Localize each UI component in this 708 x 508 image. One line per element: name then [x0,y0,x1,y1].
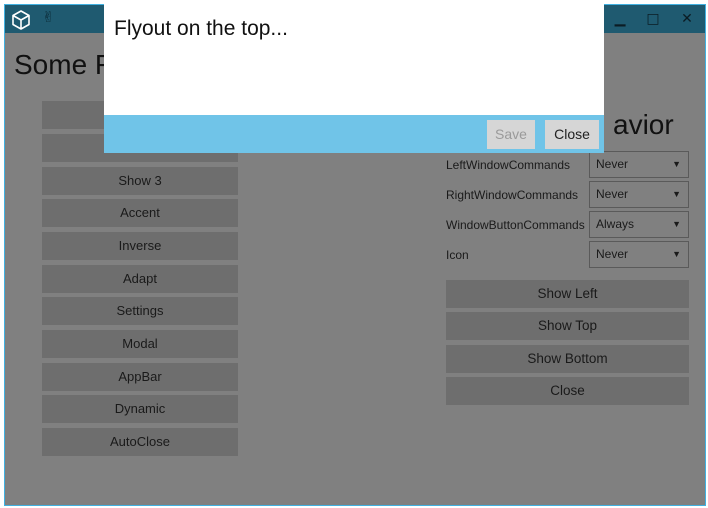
appbar-button[interactable]: AppBar [42,363,238,391]
flyout-title: Flyout on the top... [114,17,288,40]
show-left-button[interactable]: Show Left [446,280,689,308]
icon-select[interactable]: Never ▼ [589,241,689,268]
close-button[interactable]: Close [446,377,689,405]
chevron-down-icon: ▼ [672,189,681,199]
inverse-button[interactable]: Inverse [42,232,238,260]
right-section-title: avior [613,109,674,140]
maximize-button[interactable]: □ [638,9,668,29]
left-window-commands-select[interactable]: Never ▼ [589,151,689,178]
dynamic-button[interactable]: Dynamic [42,395,238,423]
adapt-button[interactable]: Adapt [42,265,238,293]
peace-hand-icon[interactable]: ✌ [42,8,55,26]
window-button-commands-label: WindowButtonCommands [446,218,585,232]
select-value: Never [596,157,629,171]
select-value: Never [596,187,629,201]
chevron-down-icon: ▼ [672,159,681,169]
chevron-down-icon: ▼ [672,249,681,259]
flyout-action-bar: Save Close [104,115,604,153]
left-window-commands-label: LeftWindowCommands [446,158,571,172]
left-section-title: Some F [14,49,113,80]
window-button-commands-select[interactable]: Always ▼ [589,211,689,238]
close-window-button[interactable]: ✕ [672,9,702,29]
show-bottom-button[interactable]: Show Bottom [446,345,689,373]
flyout-close-button[interactable]: Close [545,120,599,149]
show-top-button[interactable]: Show Top [446,312,689,340]
show-3-button[interactable]: Show 3 [42,167,238,195]
right-window-commands-select[interactable]: Never ▼ [589,181,689,208]
select-value: Always [596,217,635,231]
icon-label: Icon [446,248,469,262]
cube-icon [12,10,30,30]
save-button[interactable]: Save [487,120,535,149]
minimize-button[interactable]: ▁ [605,9,635,29]
select-value: Never [596,247,629,261]
top-flyout: Flyout on the top... Save Close [104,4,604,153]
autoclose-button[interactable]: AutoClose [42,428,238,456]
accent-button[interactable]: Accent [42,199,238,227]
settings-button[interactable]: Settings [42,297,238,325]
chevron-down-icon: ▼ [672,219,681,229]
modal-button[interactable]: Modal [42,330,238,358]
right-window-commands-label: RightWindowCommands [446,188,579,202]
